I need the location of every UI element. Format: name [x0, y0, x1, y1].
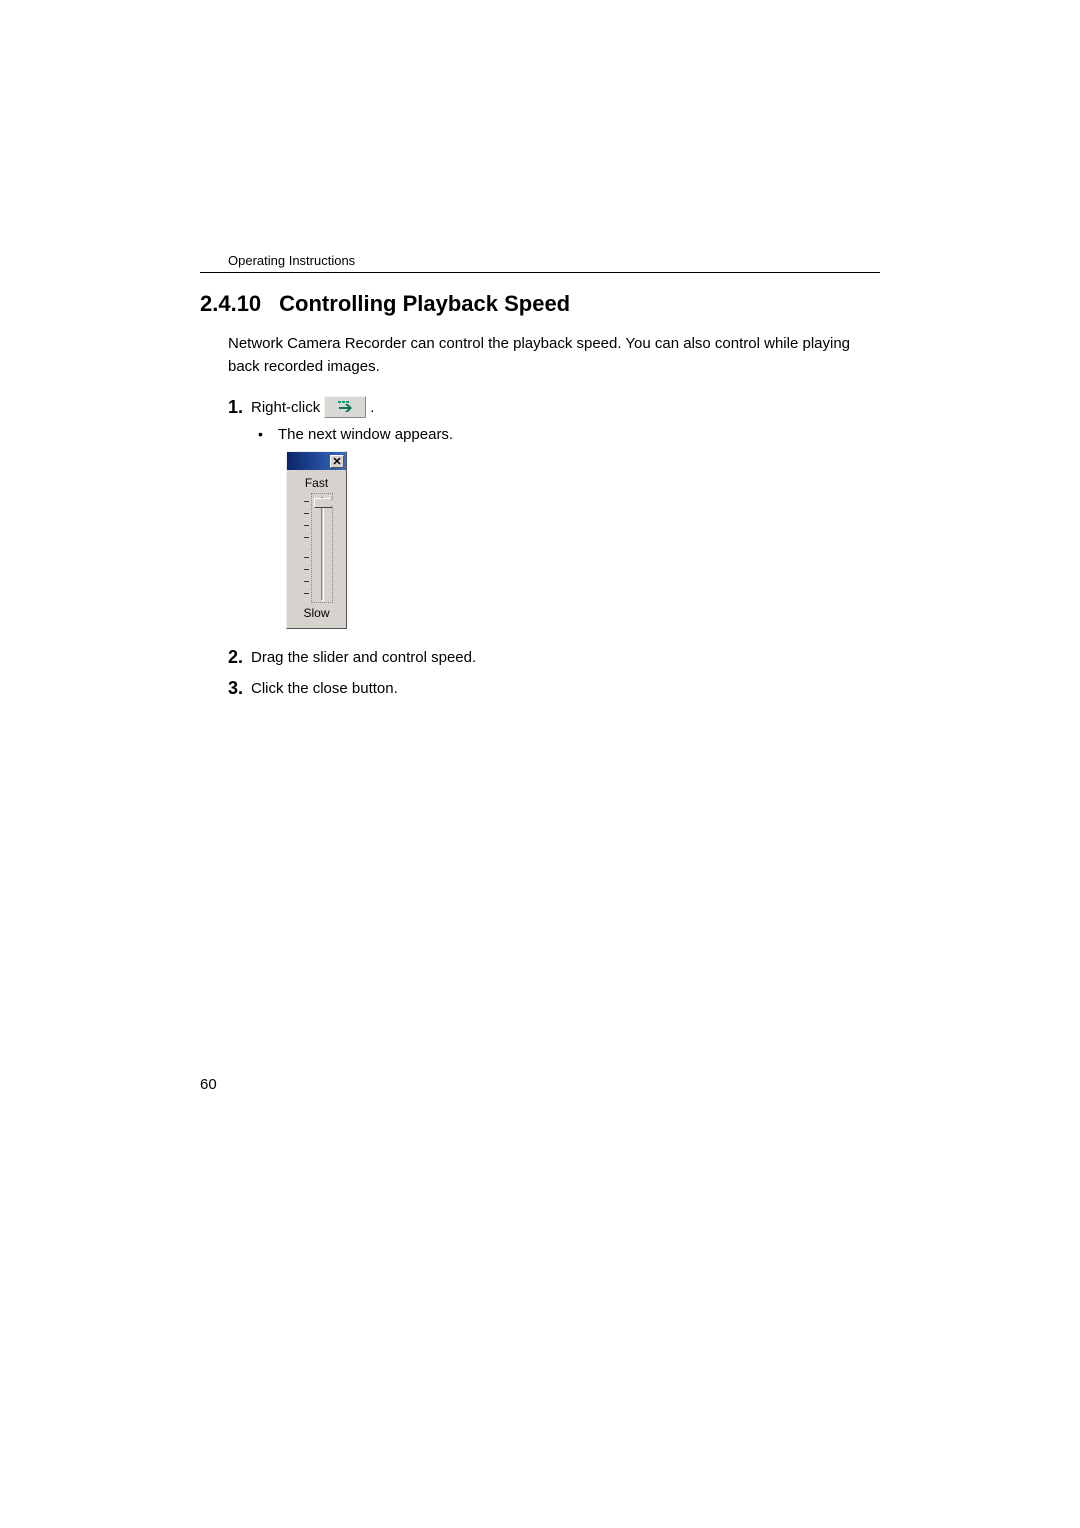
tick-mark	[304, 537, 309, 538]
fast-label: Fast	[291, 476, 342, 490]
tick-mark	[304, 581, 309, 582]
page-number: 60	[200, 1076, 217, 1093]
step-2-text: Drag the slider and control speed.	[251, 649, 476, 666]
tick-mark	[304, 501, 309, 502]
slow-label: Slow	[291, 606, 342, 620]
running-header: Operating Instructions	[228, 253, 880, 268]
step-1-text-before: Right-click	[251, 399, 320, 416]
slider-thumb[interactable]	[314, 498, 332, 508]
section-heading: 2.4.10 Controlling Playback Speed	[200, 291, 880, 317]
slider-track[interactable]	[311, 493, 333, 603]
slider-track-container	[298, 493, 336, 603]
header-rule	[200, 272, 880, 273]
tick-mark	[304, 525, 309, 526]
section-number: 2.4.10	[200, 291, 261, 316]
speed-slider-window: Fast	[286, 451, 347, 629]
close-icon	[333, 457, 341, 465]
section-title: Controlling Playback Speed	[279, 291, 570, 316]
intro-paragraph: Network Camera Recorder can control the …	[228, 333, 880, 378]
tick-mark	[304, 557, 309, 558]
fast-forward-icon	[337, 400, 353, 414]
window-titlebar[interactable]	[287, 452, 346, 470]
page-content: Operating Instructions 2.4.10 Controlling…	[200, 253, 880, 709]
track-groove	[321, 497, 324, 601]
step-1-text-after: .	[370, 399, 374, 416]
step-1-sub-bullets: The next window appears.	[258, 426, 880, 443]
playback-speed-toolbar-button[interactable]	[324, 396, 366, 418]
step-3: 3. Click the close button.	[228, 678, 880, 699]
close-button[interactable]	[330, 455, 344, 468]
step-2: 2. Drag the slider and control speed.	[228, 647, 880, 668]
tick-mark	[304, 513, 309, 514]
step-1-number: 1.	[228, 397, 243, 418]
step-list: 1. Right-click . The next window appears…	[228, 396, 880, 699]
tick-mark	[304, 569, 309, 570]
tick-mark	[304, 593, 309, 594]
sub-bullet-text: The next window appears.	[258, 426, 880, 443]
step-3-text: Click the close button.	[251, 680, 398, 697]
tick-column	[301, 493, 311, 603]
step-1: 1. Right-click . The next window appears…	[228, 396, 880, 629]
step-3-number: 3.	[228, 678, 243, 699]
slider-body: Fast	[287, 470, 346, 622]
step-2-number: 2.	[228, 647, 243, 668]
